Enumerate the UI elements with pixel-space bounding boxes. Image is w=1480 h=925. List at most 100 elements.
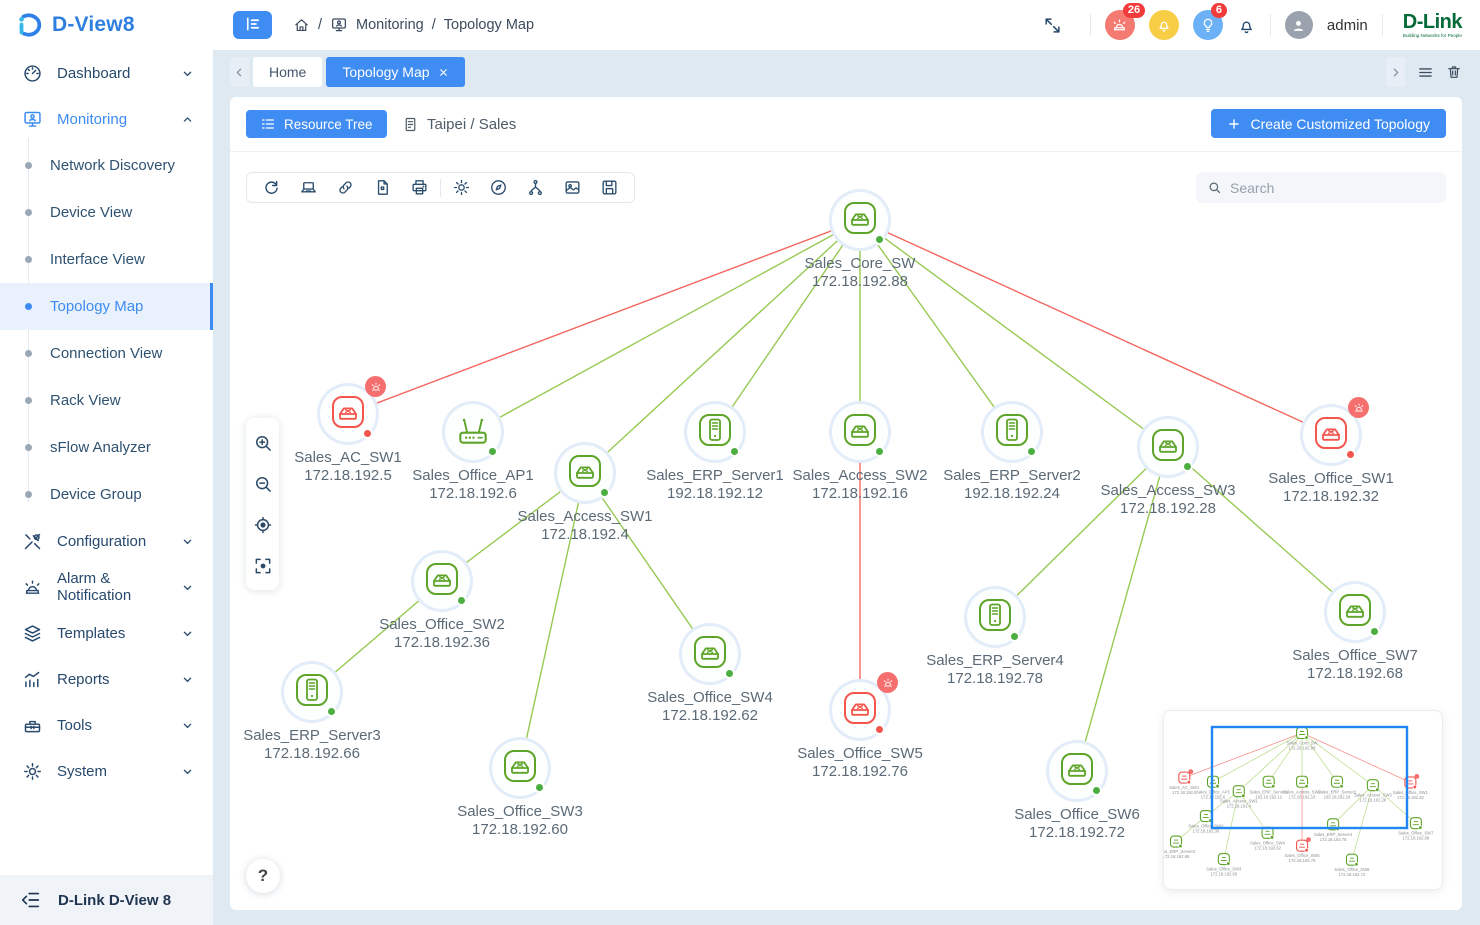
topology-node-sales-office-sw2[interactable]: Sales_Office_SW2172.18.192.36 bbox=[357, 553, 527, 652]
topology-node-sales-core-sw[interactable]: Sales_Core_SW172.18.192.88 bbox=[775, 192, 945, 291]
resource-tree-icon bbox=[260, 116, 276, 132]
sidebar-item-reports[interactable]: Reports bbox=[0, 656, 213, 702]
node-status-dot bbox=[874, 446, 885, 457]
sidebar: D-View8 DashboardMonitoringNetwork Disco… bbox=[0, 0, 213, 925]
sidebar-footer[interactable]: D-Link D-View 8 bbox=[0, 875, 213, 925]
help-button[interactable]: ? bbox=[246, 859, 280, 893]
breadcrumb-section[interactable]: Monitoring bbox=[356, 17, 424, 33]
sidebar-item-configuration[interactable]: Configuration bbox=[0, 518, 213, 564]
tab-home[interactable]: Home bbox=[253, 57, 322, 87]
tab-bar-actions bbox=[1386, 57, 1462, 87]
search-input[interactable] bbox=[1230, 180, 1420, 196]
compass-tool-button[interactable] bbox=[480, 173, 517, 202]
settings-tool-button[interactable] bbox=[443, 173, 480, 202]
node-name: Sales_Office_SW7 bbox=[1270, 647, 1440, 665]
tab-list-menu-icon[interactable] bbox=[1417, 64, 1434, 81]
topology-node-sales-erp-server2[interactable]: Sales_ERP_Server2192.18.192.24 bbox=[927, 404, 1097, 503]
sidebar-item-tools[interactable]: Tools bbox=[0, 702, 213, 748]
home-icon[interactable] bbox=[293, 17, 310, 34]
subscription-bell-icon[interactable] bbox=[1237, 16, 1256, 35]
node-status-dot bbox=[729, 446, 740, 457]
svg-text:172.18.192.66: 172.18.192.66 bbox=[1164, 854, 1190, 859]
topology-node-sales-erp-server4[interactable]: Sales_ERP_Server4172.18.192.78 bbox=[910, 589, 1080, 688]
node-alarm-badge bbox=[1348, 397, 1369, 418]
zoom-in-button[interactable] bbox=[246, 422, 279, 463]
node-ip: 172.18.192.78 bbox=[910, 670, 1080, 688]
device-switch-icon bbox=[1140, 419, 1196, 475]
close-tabs-trash-icon[interactable] bbox=[1446, 64, 1462, 80]
collapse-sidebar-icon bbox=[20, 889, 42, 911]
node-name: Sales_Access_SW2 bbox=[775, 467, 945, 485]
device-switch-icon bbox=[492, 740, 548, 796]
zoom-out-button[interactable] bbox=[246, 463, 279, 504]
topology-node-sales-office-sw6[interactable]: Sales_Office_SW6172.18.192.72 bbox=[992, 743, 1162, 842]
dlink-brand-logo: D-Link Building Networks for People bbox=[1397, 12, 1468, 39]
svg-text:172.18.192.68: 172.18.192.68 bbox=[1402, 836, 1429, 841]
node-status-dot bbox=[1009, 631, 1020, 642]
toolbox-icon bbox=[22, 715, 43, 736]
save-tool-button[interactable] bbox=[591, 173, 628, 202]
sidebar-item-connection-view[interactable]: Connection View bbox=[0, 330, 213, 377]
bell-notifications-button[interactable] bbox=[1149, 10, 1179, 40]
tips-button[interactable]: 6 bbox=[1193, 10, 1223, 40]
link-tool-button[interactable] bbox=[327, 173, 364, 202]
tab-scroll-right-button[interactable] bbox=[1386, 57, 1405, 87]
resource-tree-button[interactable]: Resource Tree bbox=[246, 110, 387, 138]
sidebar-item-monitoring[interactable]: Monitoring bbox=[0, 96, 213, 142]
image-tool-button[interactable] bbox=[554, 173, 591, 202]
topology-node-sales-office-sw5[interactable]: Sales_Office_SW5172.18.192.76 bbox=[775, 682, 945, 781]
fullscreen-icon[interactable] bbox=[1043, 16, 1062, 35]
topology-node-sales-office-sw7[interactable]: Sales_Office_SW7172.18.192.68 bbox=[1270, 584, 1440, 683]
sidebar-item-topology-map[interactable]: Topology Map bbox=[0, 283, 213, 330]
printer-icon bbox=[410, 178, 429, 197]
device-ap-icon bbox=[445, 404, 501, 460]
avatar[interactable] bbox=[1285, 11, 1313, 39]
user-name[interactable]: admin bbox=[1327, 17, 1368, 34]
node-alarm-badge bbox=[365, 376, 386, 397]
breadcrumb-page: Topology Map bbox=[444, 17, 534, 33]
sidebar-item-alarm-notification[interactable]: Alarm & Notification bbox=[0, 564, 213, 610]
chart-icon bbox=[22, 669, 43, 690]
sidebar-item-device-view[interactable]: Device View bbox=[0, 189, 213, 236]
tab-scroll-left-button[interactable] bbox=[230, 57, 249, 87]
search-box[interactable] bbox=[1196, 172, 1446, 203]
topology-node-sales-access-sw2[interactable]: Sales_Access_SW2172.18.192.16 bbox=[775, 404, 945, 503]
locate-button[interactable] bbox=[246, 504, 279, 545]
sidebar-item-network-discovery[interactable]: Network Discovery bbox=[0, 142, 213, 189]
topology-node-sales-erp-server3[interactable]: Sales_ERP_Server3172.18.192.66 bbox=[230, 664, 397, 763]
sidebar-item-dashboard[interactable]: Dashboard bbox=[0, 50, 213, 96]
laptop-tool-button[interactable] bbox=[290, 173, 327, 202]
refresh-tool-button[interactable] bbox=[253, 173, 290, 202]
node-status-dot bbox=[534, 782, 545, 793]
monitor-icon bbox=[22, 109, 43, 130]
tab-topology-map[interactable]: Topology Map bbox=[326, 57, 464, 87]
sidebar-item-device-group[interactable]: Device Group bbox=[0, 471, 213, 518]
device-switch-icon bbox=[414, 553, 470, 609]
file-icon bbox=[373, 178, 392, 197]
file-tool-button[interactable] bbox=[364, 173, 401, 202]
node-ip: 192.18.192.24 bbox=[927, 485, 1097, 503]
topology-node-sales-access-sw3[interactable]: Sales_Access_SW3172.18.192.28 bbox=[1083, 419, 1253, 518]
sidebar-item-sflow-analyzer[interactable]: sFlow Analyzer bbox=[0, 424, 213, 471]
topology-node-sales-office-sw3[interactable]: Sales_Office_SW3172.18.192.60 bbox=[435, 740, 605, 839]
node-ip: 172.18.192.72 bbox=[992, 824, 1162, 842]
alarm-notifications-button[interactable]: 26 bbox=[1105, 10, 1135, 40]
topology-path-label[interactable]: Taipei / Sales bbox=[427, 116, 516, 133]
sidebar-item-rack-view[interactable]: Rack View bbox=[0, 377, 213, 424]
topology-node-sales-office-sw4[interactable]: Sales_Office_SW4172.18.192.62 bbox=[625, 626, 795, 725]
sidebar-item-interface-view[interactable]: Interface View bbox=[0, 236, 213, 283]
sidebar-toggle-button[interactable] bbox=[233, 11, 272, 39]
close-tab-icon[interactable] bbox=[438, 67, 449, 78]
topology-node-sales-office-sw1[interactable]: Sales_Office_SW1172.18.192.32 bbox=[1246, 407, 1416, 506]
sidebar-item-system[interactable]: System bbox=[0, 748, 213, 794]
printer-tool-button[interactable] bbox=[401, 173, 438, 202]
fit-button[interactable] bbox=[246, 545, 279, 586]
sidebar-nav: DashboardMonitoringNetwork DiscoveryDevi… bbox=[0, 50, 213, 794]
node-name: Sales_Access_SW3 bbox=[1083, 482, 1253, 500]
create-customized-topology-button[interactable]: Create Customized Topology bbox=[1211, 109, 1446, 138]
svg-text:172.18.192.76: 172.18.192.76 bbox=[1289, 858, 1316, 863]
branch-tool-button[interactable] bbox=[517, 173, 554, 202]
sidebar-item-templates[interactable]: Templates bbox=[0, 610, 213, 656]
compass-icon bbox=[489, 178, 508, 197]
minimap[interactable]: Sales_Core_SW172.18.192.88Sales_AC_SW117… bbox=[1163, 710, 1443, 890]
